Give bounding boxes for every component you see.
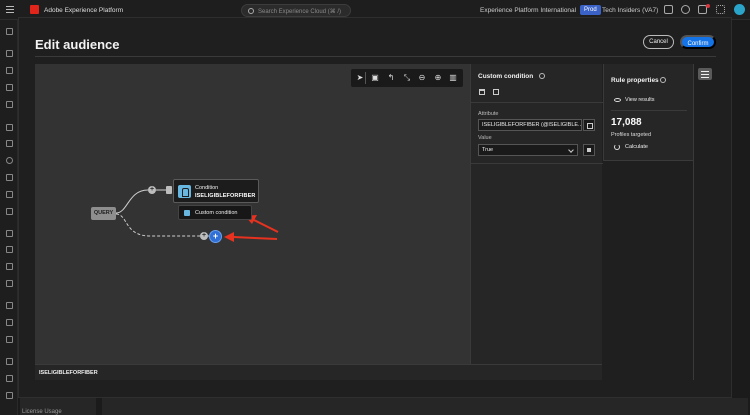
attribute-picker-button[interactable] <box>583 119 595 131</box>
condition-icon <box>178 185 191 198</box>
panel-title: Custom condition <box>478 73 534 80</box>
custom-condition-menu-item[interactable]: Custom condition <box>178 205 252 220</box>
condition-node[interactable]: Condition ISELIGIBLEFORFIBER <box>173 179 259 203</box>
query-node[interactable]: QUERY <box>91 207 116 220</box>
connector-port-icon <box>166 186 172 194</box>
custom-condition-label: Custom condition <box>195 210 238 216</box>
profiles-targeted-label: Profiles targeted <box>611 132 652 138</box>
eye-icon <box>614 98 621 102</box>
add-node-icon[interactable]: + <box>148 186 156 194</box>
profiles-count: 17,088 <box>611 117 642 128</box>
info-icon[interactable] <box>539 73 545 79</box>
value-selected: True <box>482 147 494 153</box>
annotation-arrow-line-1 <box>253 219 279 233</box>
annotation-arrow-head-2 <box>224 232 234 242</box>
attribute-label: Attribute <box>478 111 499 117</box>
panel-divider <box>611 110 687 111</box>
view-results-button[interactable]: View results <box>625 97 655 103</box>
rule-properties-panel: Rule properties View results 17,088 Prof… <box>603 64 693 161</box>
value-picker-button[interactable] <box>583 144 595 156</box>
chevron-down-icon <box>568 147 574 153</box>
value-label: Value <box>478 135 492 141</box>
rule-summary-label: ISELIGIBLEFORFIBER <box>39 370 98 376</box>
attribute-field[interactable]: ISELIGIBLEFORFIBER (@ISELIGIBLE... <box>478 119 582 131</box>
panel-divider <box>693 64 694 380</box>
connector-port-icon: + <box>200 232 208 240</box>
info-icon[interactable] <box>660 77 666 83</box>
settings-sliders-icon[interactable] <box>698 68 712 80</box>
custom-condition-icon <box>184 210 190 216</box>
panel-divider <box>471 163 603 164</box>
rule-properties-title: Rule properties <box>611 77 659 84</box>
canvas-footer: ISELIGIBLEFORFIBER <box>35 364 602 380</box>
condition-name-label: ISELIGIBLEFORFIBER <box>195 193 256 199</box>
calculate-button[interactable]: Calculate <box>625 144 648 150</box>
refresh-icon <box>614 144 620 150</box>
add-condition-button[interactable]: + <box>209 230 222 243</box>
custom-condition-panel: Custom condition Attribute ISELIGIBLEFOR… <box>470 64 603 364</box>
condition-type-label: Condition <box>195 185 219 191</box>
annotation-arrow-line-2 <box>232 236 278 240</box>
copy-icon[interactable] <box>493 89 499 95</box>
panel-divider <box>471 102 603 103</box>
value-select[interactable]: True <box>478 144 578 156</box>
trash-icon[interactable] <box>479 89 485 95</box>
connector-line-condition <box>115 189 149 214</box>
